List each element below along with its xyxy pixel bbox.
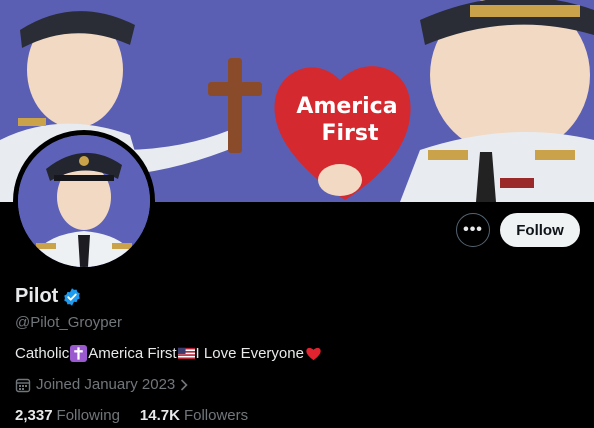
bio-text-catholic: Catholic — [15, 345, 70, 362]
followers-label: Followers — [183, 407, 249, 424]
more-options-button[interactable]: ••• — [456, 213, 490, 247]
follow-stats: 2,337 Following 14.7K Followers — [15, 407, 268, 424]
avatar[interactable] — [18, 135, 150, 267]
heart-text-line2: First — [321, 121, 379, 146]
profile-name-row: Pilot — [15, 285, 82, 308]
profile-handle: @Pilot_Groyper — [15, 314, 122, 331]
chevron-right-icon[interactable] — [179, 378, 189, 392]
display-name: Pilot — [15, 285, 59, 307]
us-flag-icon — [177, 347, 195, 360]
calendar-icon — [15, 378, 31, 392]
joined-date: Joined January 2023 — [15, 376, 189, 393]
bio-text-love-everyone: I Love Everyone — [195, 345, 304, 362]
followers-link[interactable]: 14.7K Followers — [140, 407, 248, 424]
following-label: Following — [56, 407, 120, 424]
profile-bio: Catholic America First I Love Everyone — [15, 345, 323, 362]
bio-text-america-first: America First — [88, 345, 177, 362]
joined-text: Joined January 2023 — [36, 376, 176, 393]
following-link[interactable]: 2,337 Following — [15, 407, 120, 424]
verified-badge-icon[interactable] — [62, 287, 82, 307]
heart-text-line1: America — [296, 94, 397, 119]
latin-cross-icon — [70, 345, 88, 362]
red-heart-icon — [306, 347, 321, 361]
following-count: 2,337 — [15, 407, 53, 424]
avatar-pilot-image — [18, 135, 150, 267]
followers-count: 14.7K — [139, 407, 180, 424]
follow-button[interactable]: Follow — [500, 213, 580, 247]
